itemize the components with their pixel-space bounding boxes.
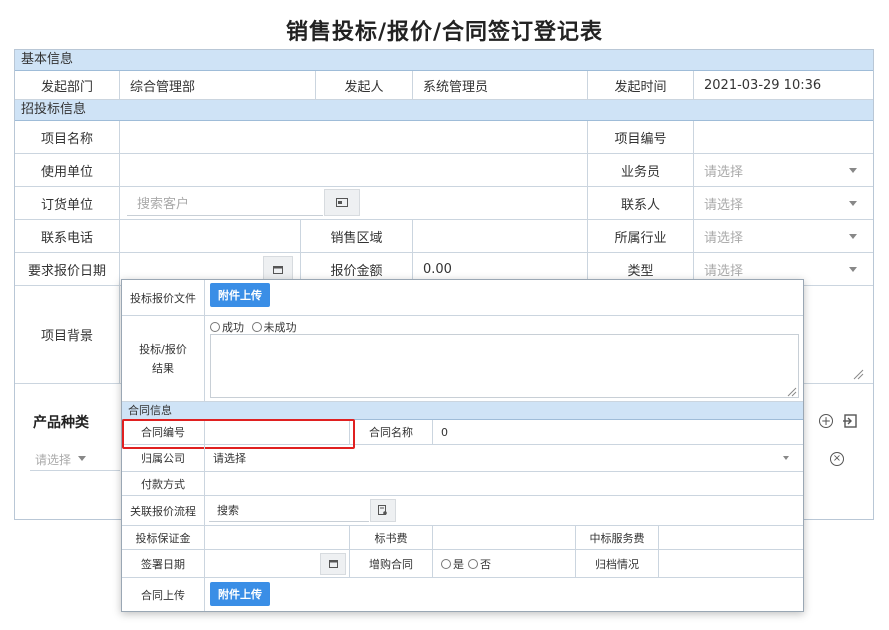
payment-label: 付款方式 [122,472,205,496]
deposit-field[interactable] [205,526,350,550]
deposit-label: 投标保证金 [122,526,205,550]
success-radio-label: 成功 [222,321,244,334]
import-icon[interactable] [842,413,858,429]
sign-date-label: 签署日期 [122,550,205,578]
result-label: 投标/报价 结果 [122,316,205,402]
contract-upload-label: 合同上传 [122,578,205,611]
payment-field[interactable] [205,472,803,496]
page-title: 销售投标/报价/合同签订登记表 [285,20,604,45]
initiator-label: 发起人 [316,71,413,100]
fail-radio-label: 未成功 [263,321,297,334]
contract-name-value[interactable]: 0 [433,420,803,445]
bid-file-label: 投标报价文件 [122,280,205,316]
product-select[interactable]: 请选择 [35,451,71,468]
fail-radio[interactable] [251,322,262,332]
yes-radio-label: 是 [453,557,464,571]
result-label-line2: 结果 [152,362,174,375]
chevron-down-icon [783,456,789,460]
section-bid-info: 招投标信息 [15,100,873,121]
industry-select[interactable]: 请选择 [694,220,873,253]
chevron-down-icon [849,168,857,173]
add-icon[interactable]: + [819,414,833,428]
chevron-down-icon [849,201,857,206]
section-contract-info: 合同信息 [122,402,803,420]
industry-label: 所属行业 [588,220,694,253]
time-label: 发起时间 [588,71,694,100]
chevron-down-icon [849,267,857,272]
salesman-select[interactable]: 请选择 [694,154,873,187]
background-label: 项目背景 [15,286,120,384]
flow-search-input[interactable]: 搜索 [209,499,369,522]
initiator-value: 系统管理员 [413,71,588,100]
flow-label: 关联报价流程 [122,496,205,526]
resize-handle-icon[interactable] [787,386,797,397]
yes-radio[interactable] [441,558,451,569]
section-basic-info: 基本信息 [15,50,873,71]
add-contract-radio-group: 是 否 [433,550,576,578]
resize-handle-icon[interactable] [852,368,864,380]
user-unit-label: 使用单位 [15,154,120,187]
result-radio-group: 成功 未成功 [210,319,297,335]
dept-value: 综合管理部 [120,71,316,100]
add-contract-label: 增购合同 [350,550,433,578]
contract-name-label: 合同名称 [350,420,433,445]
bid-fee-label: 标书费 [350,526,433,550]
project-no-label: 项目编号 [588,121,694,154]
archive-label: 归档情况 [576,550,659,578]
chevron-down-icon [78,456,86,461]
company-select[interactable]: 请选择 [205,445,803,472]
customer-card-icon[interactable] [324,189,360,216]
phone-field[interactable] [120,220,301,253]
service-fee-label: 中标服务费 [576,526,659,550]
document-search-icon[interactable] [370,499,396,522]
success-radio[interactable] [210,322,220,332]
region-field[interactable] [413,220,588,253]
dept-label: 发起部门 [15,71,120,100]
service-fee-field[interactable] [659,526,803,550]
project-name-field[interactable] [120,121,588,154]
no-radio-label: 否 [480,557,491,571]
contract-popup: 投标报价文件 附件上传 投标/报价 结果 成功 未成功 合同信息 合同编号 合同… [121,279,804,612]
user-unit-field[interactable] [120,154,588,187]
result-label-line1: 投标/报价 [139,343,187,356]
contract-upload-button[interactable]: 附件上传 [210,582,270,606]
bid-file-cell [205,280,803,316]
contact-select[interactable]: 请选择 [694,187,873,220]
region-label: 销售区域 [301,220,413,253]
chevron-down-icon [849,234,857,239]
project-no-field[interactable] [694,121,873,154]
salesman-label: 业务员 [588,154,694,187]
bid-fee-field[interactable] [433,526,576,550]
calendar-icon[interactable] [320,553,346,575]
quote-date-label: 要求报价日期 [15,253,120,286]
remove-icon[interactable]: × [830,452,844,466]
product-type-label: 产品种类 [33,415,89,431]
product-underline [30,470,120,471]
result-textarea[interactable] [210,334,799,398]
archive-field[interactable] [659,550,803,578]
phone-label: 联系电话 [15,220,120,253]
no-radio[interactable] [468,558,478,569]
order-unit-label: 订货单位 [15,187,120,220]
upload-button[interactable]: 附件上传 [210,283,270,307]
contact-label: 联系人 [588,187,694,220]
project-name-label: 项目名称 [15,121,120,154]
time-value: 2021-03-29 10:36 [694,71,873,100]
order-unit-search-input[interactable]: 搜索客户 [127,190,323,216]
company-label: 归属公司 [122,445,205,472]
